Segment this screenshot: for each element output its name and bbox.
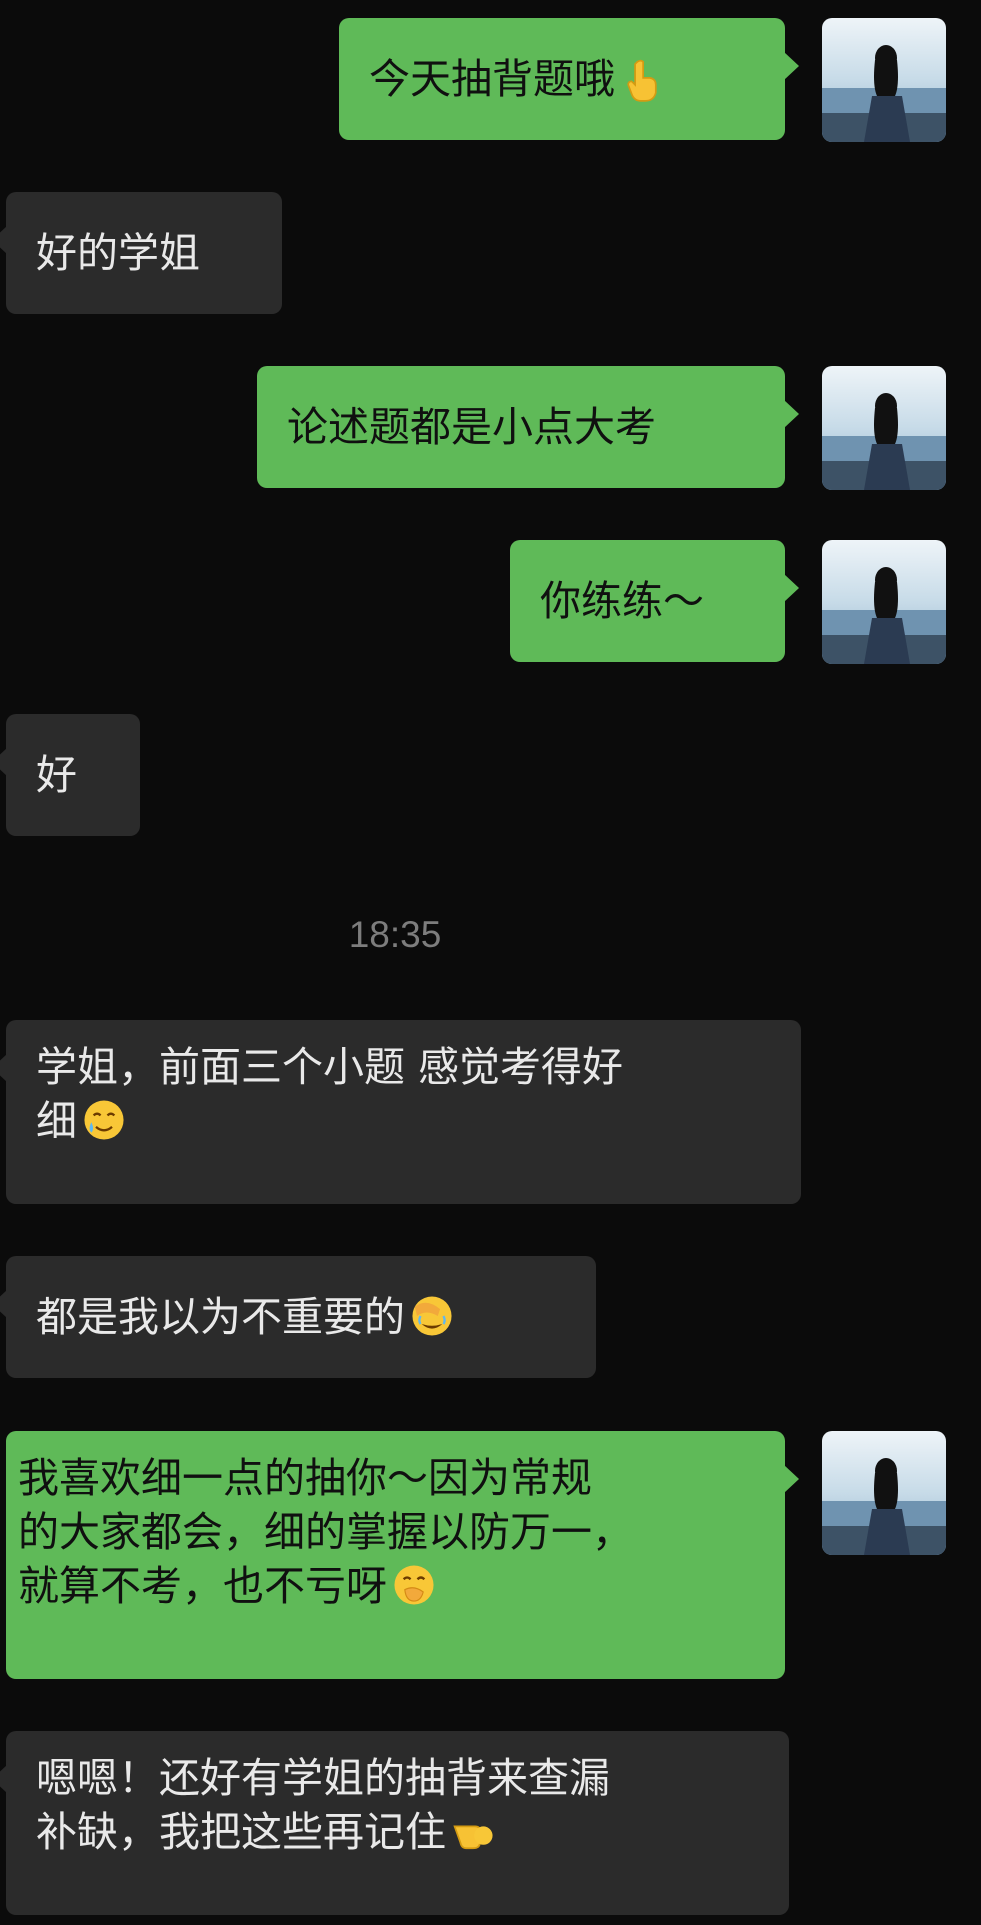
message-text: 我喜欢细一点的抽你～因为常规 的大家都会，细的掌握以防万一， 就算不考，也不亏呀 [18, 1454, 633, 1610]
self-avatar[interactable] [822, 540, 946, 664]
pointing-up-emoji-icon [619, 56, 665, 102]
message-bubble-other[interactable]: 学姐，前面三个小题 感觉考得好 细 [0, 1020, 801, 1204]
message-text: 今天抽背题哦 [369, 55, 615, 103]
self-avatar[interactable] [822, 366, 946, 490]
facepalm-laugh-emoji-icon [409, 1293, 455, 1339]
message-text: 你练练～ [540, 577, 704, 625]
pointing-left-emoji-icon [450, 1808, 496, 1854]
message-bubble-self[interactable]: 我喜欢细一点的抽你～因为常规 的大家都会，细的掌握以防万一， 就算不考，也不亏呀 [6, 1431, 799, 1679]
message-text: 论述题都是小点大考 [287, 403, 656, 451]
message-text: 都是我以为不重要的 [36, 1290, 455, 1344]
self-avatar[interactable] [822, 1431, 946, 1555]
message-text: 学姐，前面三个小题 感觉考得好 细 [36, 1043, 624, 1145]
hand-over-mouth-emoji-icon [391, 1562, 437, 1608]
message-bubble-self[interactable]: 你练练～ [510, 540, 799, 662]
message-bubble-self[interactable]: 今天抽背题哦 [339, 18, 799, 140]
message-bubble-other[interactable]: 好 [0, 714, 140, 836]
message-bubble-other[interactable]: 好的学姐 [0, 192, 282, 314]
message-bubble-other[interactable]: 都是我以为不重要的 [0, 1256, 596, 1378]
chat-timestamp: 18:35 [348, 914, 442, 955]
tearful-smile-emoji-icon [81, 1097, 127, 1143]
message-bubble-self[interactable]: 论述题都是小点大考 [257, 366, 799, 488]
self-avatar[interactable] [822, 18, 946, 142]
message-bubble-other[interactable]: 嗯嗯！还好有学姐的抽背来查漏 补缺，我把这些再记住 [0, 1731, 789, 1915]
message-text: 嗯嗯！还好有学姐的抽背来查漏 补缺，我把这些再记住 [36, 1754, 610, 1856]
message-text: 好的学姐 [36, 229, 200, 277]
message-text: 好 [36, 751, 77, 799]
